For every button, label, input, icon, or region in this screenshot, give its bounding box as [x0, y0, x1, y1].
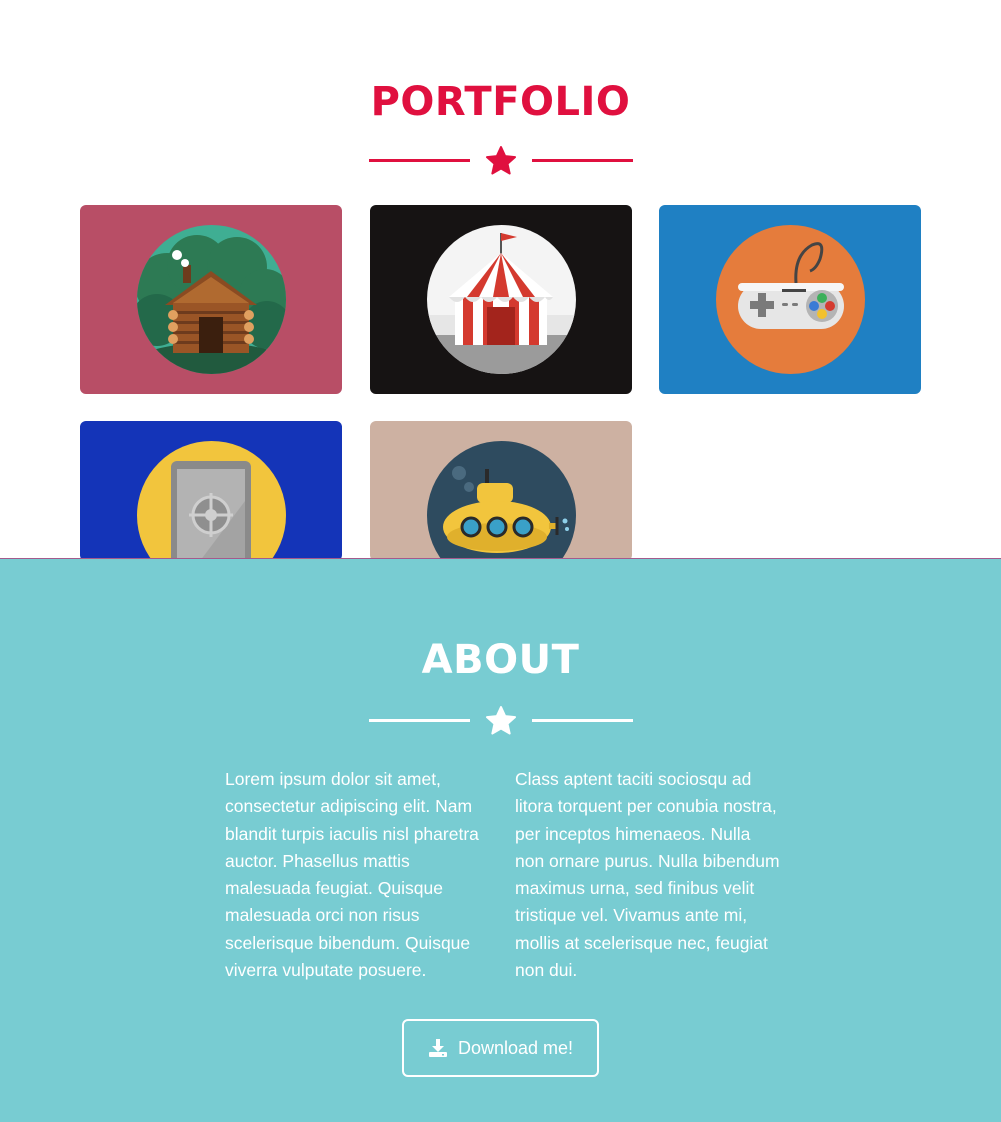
portfolio-item-safe[interactable] — [80, 421, 342, 561]
download-button-label: Download me! — [457, 1037, 574, 1058]
portfolio-item-cabin[interactable] — [80, 205, 342, 394]
portfolio-title: PORTFOLIO — [370, 79, 631, 125]
portfolio-item-game[interactable] — [659, 205, 921, 394]
divider-line-right — [532, 719, 633, 722]
divider-line-left — [369, 719, 470, 722]
download-icon — [428, 1039, 447, 1057]
about-title: ABOUT — [421, 637, 580, 683]
divider-line-left — [369, 159, 470, 162]
portfolio-item-circus[interactable] — [370, 205, 632, 394]
star-icon — [486, 146, 516, 175]
portfolio-divider — [369, 145, 633, 177]
game-controller-icon — [716, 225, 865, 374]
safe-icon — [137, 441, 286, 561]
portfolio-item-submarine[interactable] — [370, 421, 632, 561]
about-paragraph-left: Lorem ipsum dolor sit amet, consectetur … — [225, 769, 479, 981]
portfolio-section: PORTFOLIO — [0, 0, 1001, 561]
submarine-icon — [427, 441, 576, 561]
log-cabin-icon — [137, 225, 286, 374]
about-section: ABOUT Lorem ipsum dolor sit amet, consec… — [0, 558, 1001, 1122]
about-paragraph-right: Class aptent taciti sociosqu ad litora t… — [515, 769, 780, 981]
circus-tent-icon — [427, 225, 576, 374]
star-icon — [486, 706, 516, 735]
download-button[interactable]: Download me! — [402, 1019, 599, 1077]
about-divider — [369, 705, 633, 737]
divider-line-right — [532, 159, 633, 162]
